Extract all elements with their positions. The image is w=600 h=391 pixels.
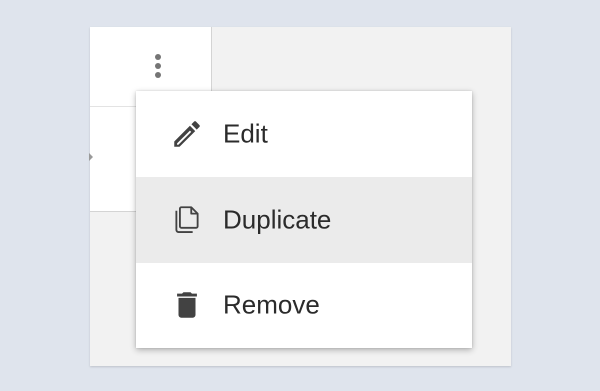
more-vert-icon bbox=[155, 54, 161, 60]
chevron-right-icon[interactable] bbox=[89, 153, 93, 161]
trash-icon bbox=[170, 288, 204, 322]
menu-item-label: Edit bbox=[223, 118, 268, 149]
menu-item-label: Remove bbox=[223, 289, 320, 320]
context-menu: Edit Duplicate Remove bbox=[136, 91, 472, 348]
menu-item-remove[interactable]: Remove bbox=[136, 262, 472, 348]
more-options-button[interactable] bbox=[146, 47, 170, 85]
pencil-icon bbox=[170, 117, 204, 151]
menu-item-edit[interactable]: Edit bbox=[136, 91, 472, 177]
menu-item-duplicate[interactable]: Duplicate bbox=[136, 177, 472, 263]
copy-icon bbox=[170, 203, 204, 237]
menu-item-label: Duplicate bbox=[223, 204, 332, 235]
